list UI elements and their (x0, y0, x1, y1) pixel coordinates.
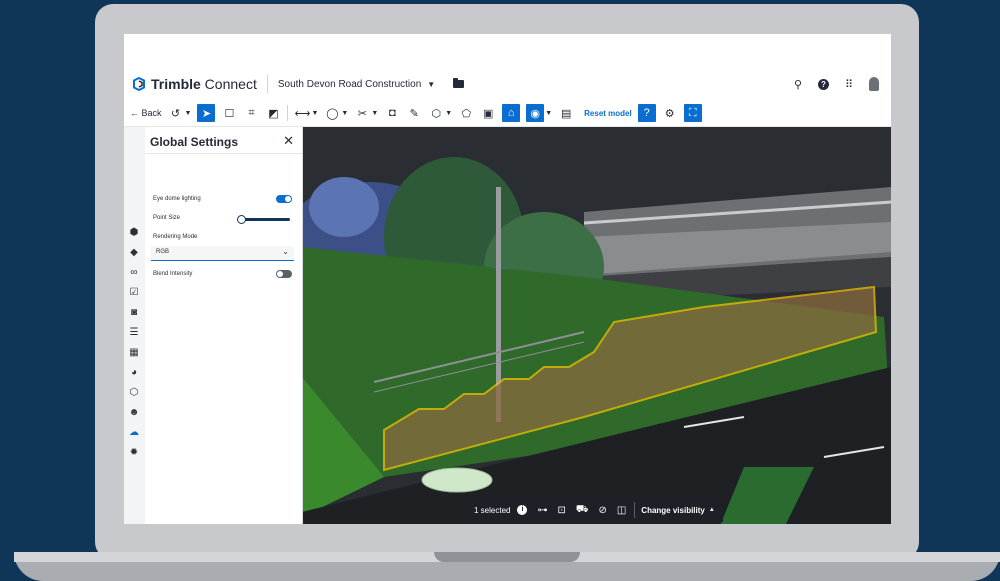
clip-icon[interactable]: ✂ (354, 104, 370, 122)
blend-intensity-label: Blend Intensity (153, 271, 193, 277)
rendering-mode-label: Rendering Mode (153, 234, 198, 240)
point-size-slider-handle[interactable] (237, 215, 246, 224)
shield-icon[interactable]: ⬠ (458, 104, 474, 122)
visibility-icon[interactable]: ◉ (526, 104, 545, 122)
users-icon[interactable]: ☻ (128, 407, 140, 419)
link-icon[interactable]: ∞ (128, 267, 140, 279)
settings-gear-icon[interactable]: ⚙ (662, 104, 678, 122)
camera-icon[interactable]: ◙ (128, 307, 140, 319)
info-icon[interactable]: i (517, 505, 528, 515)
isolate-icon[interactable]: ◫ (617, 505, 626, 516)
reset-model-button[interactable]: Reset model (584, 109, 632, 118)
eye-dome-toggle[interactable] (276, 195, 292, 203)
display-icon[interactable]: ▣ (480, 104, 496, 122)
rendering-mode-value: RGB (156, 249, 170, 255)
trimble-logo-icon (132, 76, 146, 92)
app-name: Trimble Connect (151, 76, 257, 92)
clash-icon[interactable]: ⬡ (128, 387, 140, 399)
change-visibility-button[interactable]: Change visibility (641, 506, 705, 515)
panel-title: Global Settings (150, 135, 239, 149)
search-icon[interactable]: ⚲ (792, 78, 804, 91)
box-select-icon[interactable]: ☐ (221, 104, 237, 122)
measure-icon[interactable]: ⟷ (294, 104, 311, 122)
link-object-icon[interactable]: ⊶ (537, 505, 547, 516)
folder-icon[interactable] (453, 78, 465, 88)
snapshot-icon[interactable]: ◘ (384, 104, 400, 122)
clip-dropdown-icon[interactable]: ▼ (371, 104, 378, 122)
fullscreen-icon[interactable]: ⛶ (683, 104, 702, 122)
point-size-slider-track[interactable] (240, 218, 290, 221)
select-pointer-icon[interactable]: ➤ (197, 104, 216, 122)
objects-icon[interactable]: ◕ (128, 367, 140, 379)
help-icon[interactable]: ? (818, 78, 829, 90)
orbit-icon[interactable]: ↺ (168, 104, 184, 122)
rendering-mode-select[interactable]: RGB ⌄ (151, 246, 294, 261)
project-dropdown-icon[interactable]: ▼ (427, 80, 435, 89)
table-icon[interactable]: ▦ (128, 347, 140, 359)
close-icon[interactable]: ✕ (283, 133, 294, 149)
global-settings-panel: Global Settings ✕ Eye dome lighting Poin… (145, 127, 303, 524)
header-separator (266, 75, 268, 93)
selection-action-bar: 1 selected i ⊶ ⊡ ⛟ ⊘ ◫ Change visibility… (469, 498, 723, 522)
user-avatar[interactable] (869, 77, 879, 91)
app-header: Trimble Connect South Devon Road Constru… (124, 68, 891, 101)
hide-icon[interactable]: ⊘ (598, 505, 606, 516)
edit-icon[interactable]: ✎ (406, 104, 422, 122)
fit-to-view-icon[interactable]: ⊡ (557, 505, 565, 516)
laptop-base (14, 552, 1000, 581)
laptop-notch (434, 552, 580, 562)
section-icon[interactable]: ◩ (265, 104, 281, 122)
markup-dropdown-icon[interactable]: ▼ (341, 104, 348, 122)
selection-count: 1 selected (474, 505, 511, 515)
viewer-toolbar: ← Back ↺ ▼ ➤ ☐ ⌗ ◩ ⟷ ▼ ◯ ▼ ✂ ▼ ◘ ✎ ⬡ ▼ ⬠… (124, 100, 891, 127)
paint-bucket-icon[interactable]: ⛟ (576, 504, 589, 517)
chevron-up-icon[interactable]: ▲ (709, 507, 715, 513)
project-name[interactable]: South Devon Road Construction (278, 79, 421, 90)
point-cloud-icon[interactable]: ☁ (128, 427, 140, 439)
calculator-icon[interactable]: ▤ (558, 104, 574, 122)
selbar-separator (634, 502, 636, 518)
eye-dome-label: Eye dome lighting (153, 196, 201, 202)
model-cube-icon[interactable]: ⬢ (128, 227, 140, 239)
point-size-label: Point Size (153, 215, 181, 221)
markup-icon[interactable]: ◯ (324, 104, 340, 122)
measure-dropdown-icon[interactable]: ▼ (311, 104, 318, 122)
chevron-down-icon: ⌄ (282, 247, 289, 256)
toolbar-separator (287, 105, 289, 121)
back-button[interactable]: ← Back (130, 108, 162, 118)
cube-icon[interactable]: ⬡ (428, 104, 444, 122)
apps-grid-icon[interactable]: ⠿ (843, 78, 855, 91)
frame-icon[interactable]: ⌗ (243, 104, 259, 122)
lock-icon[interactable]: ⌂ (502, 104, 521, 122)
panel-divider (145, 153, 302, 154)
app-logo[interactable]: Trimble Connect (132, 76, 257, 92)
help-toolbar-icon[interactable]: ? (637, 104, 656, 122)
cube-dropdown-icon[interactable]: ▼ (445, 104, 452, 122)
blend-intensity-toggle[interactable] (276, 270, 292, 278)
checklist-icon[interactable]: ☑ (128, 287, 140, 299)
laptop-screen: Trimble Connect South Devon Road Constru… (124, 34, 891, 524)
list-tree-icon[interactable]: ☰ (128, 327, 140, 339)
orbit-dropdown-icon[interactable]: ▼ (185, 104, 192, 122)
left-icon-rail: ⬢ ◆ ∞ ☑ ◙ ☰ ▦ ◕ ⬡ ☻ ☁ ✹ (124, 127, 145, 524)
visibility-dropdown-icon[interactable]: ▼ (545, 104, 552, 122)
extensions-icon[interactable]: ✹ (128, 447, 140, 459)
layers-icon[interactable]: ◆ (128, 247, 140, 259)
